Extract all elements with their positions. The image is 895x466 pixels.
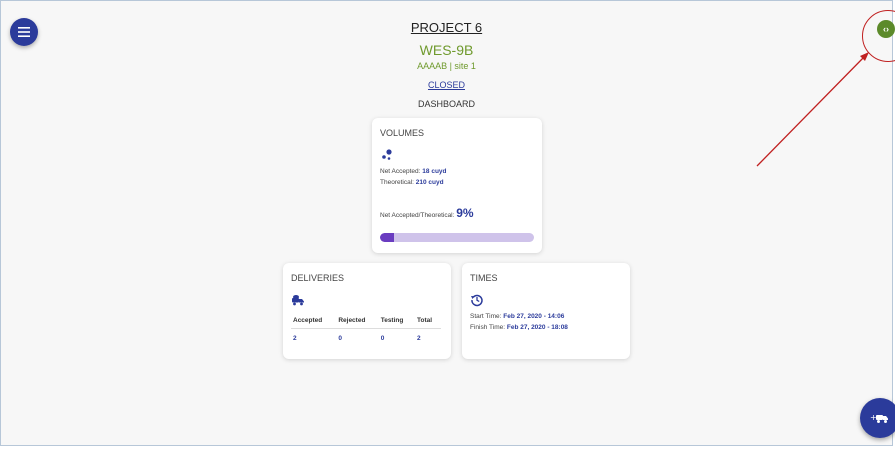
volumes-card: VOLUMES Net Accepted: 18 cuyd Theoretica… [372, 118, 542, 253]
accepted-count: 2 [293, 335, 297, 342]
project-title[interactable]: PROJECT 6 [0, 20, 893, 35]
ratio-value: 9% [456, 206, 474, 220]
col-testing: Testing [378, 315, 416, 329]
net-accepted-line: Net Accepted: 18 cuyd [380, 168, 447, 175]
deliveries-table: Accepted Rejected Testing Total 2 0 0 2 [291, 315, 441, 344]
finish-time-line: Finish Time: Feb 27, 2020 - 18:08 [470, 324, 568, 331]
net-accepted-value: 18 cuyd [422, 168, 447, 175]
truck-icon [292, 295, 304, 306]
table-row: 2 0 0 2 [291, 329, 441, 345]
times-card: TIMES Start Time: Feb 27, 2020 - 14:06 F… [462, 263, 630, 359]
volumes-title: VOLUMES [380, 128, 425, 138]
theoretical-label: Theoretical: [380, 179, 414, 186]
finish-time-label: Finish Time: [470, 324, 506, 331]
site-subtitle: AAAAB | site 1 [417, 61, 476, 71]
col-rejected: Rejected [336, 315, 379, 329]
pour-dots-icon [382, 149, 392, 160]
dashboard-label: DASHBOARD [417, 99, 475, 109]
add-truck-icon: + [870, 413, 888, 423]
theoretical-value: 210 cuyd [415, 179, 444, 186]
col-total: Total [415, 315, 441, 329]
testing-count: 0 [380, 335, 385, 342]
theoretical-line: Theoretical: 210 cuyd [380, 179, 444, 186]
history-icon [471, 294, 483, 307]
start-time-label: Start Time: [470, 313, 502, 320]
status-link[interactable]: CLOSED [0, 80, 893, 90]
finish-time-value: Feb 27, 2020 - 18:08 [506, 324, 568, 331]
volume-progress-fill [380, 233, 394, 242]
start-time-value: Feb 27, 2020 - 14:06 [503, 313, 565, 320]
ratio-line: Net Accepted/Theoretical: 9% [380, 206, 474, 220]
col-accepted: Accepted [291, 315, 337, 329]
site-code: WES-9B [419, 42, 474, 58]
volume-progress-bar [380, 233, 534, 242]
total-count: 2 [417, 335, 421, 342]
net-accepted-label: Net Accepted: [380, 168, 421, 175]
start-time-line: Start Time: Feb 27, 2020 - 14:06 [470, 313, 564, 320]
deliveries-title: DELIVERIES [291, 273, 345, 283]
add-delivery-fab[interactable]: + [860, 398, 895, 438]
deliveries-card: DELIVERIES Accepted Rejected Testing Tot… [283, 263, 451, 359]
times-title: TIMES [470, 273, 498, 283]
svg-text:+: + [870, 413, 877, 422]
rejected-count: 0 [338, 335, 342, 342]
ratio-label: Net Accepted/Theoretical: [380, 212, 455, 219]
deliveries-header-row: Accepted Rejected Testing Total [291, 315, 441, 329]
